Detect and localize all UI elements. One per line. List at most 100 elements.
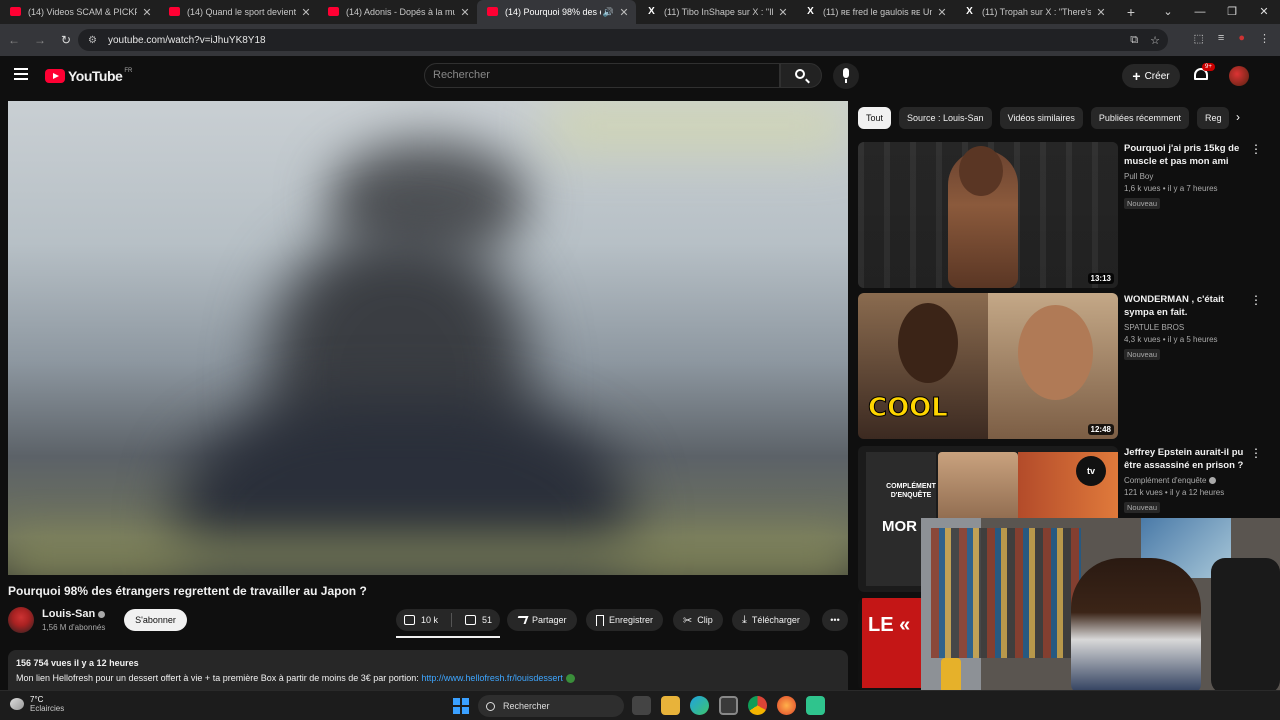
save-label: Enregistrer: [609, 615, 654, 625]
x-icon: X: [807, 6, 814, 17]
reload-icon[interactable]: ↻: [54, 33, 78, 47]
x-icon: X: [648, 6, 655, 17]
tab-search-icon[interactable]: ⌄: [1152, 0, 1184, 24]
close-icon[interactable]: ✕: [300, 6, 312, 19]
browser-tab[interactable]: (14) Videos SCAM & PICKPOCK ✕: [0, 0, 159, 24]
chip-similar[interactable]: Vidéos similaires: [999, 107, 1083, 129]
chip-recent[interactable]: Publiées récemment: [1090, 107, 1189, 129]
video-thumbnail[interactable]: COOL 12:48: [858, 293, 1118, 439]
task-view-icon[interactable]: [632, 696, 651, 715]
chrome-icon[interactable]: [748, 696, 767, 715]
close-icon[interactable]: ✕: [1095, 6, 1107, 19]
chip-source[interactable]: Source : Louis-San: [899, 107, 992, 129]
voice-search-button[interactable]: [833, 63, 859, 89]
thumbnail-brand-text: COMPLÉMENT D'ENQUÊTE: [886, 483, 936, 499]
bookmark-star-icon[interactable]: ☆: [1150, 34, 1160, 47]
browser-tab[interactable]: (14) Adonis - Dopés à la muscu ✕: [318, 0, 477, 24]
dislike-button[interactable]: 51: [457, 609, 500, 631]
minimize-button[interactable]: —: [1184, 0, 1216, 24]
subscriber-count: 1,56 M d'abonnés: [42, 623, 106, 632]
channel-name-text: Complément d'enquête: [1124, 476, 1207, 485]
maximize-button[interactable]: ❐: [1216, 0, 1248, 24]
channel-name[interactable]: Complément d'enquête: [1124, 476, 1246, 485]
speaker-icon[interactable]: 🔊: [603, 7, 614, 18]
search-icon: [486, 701, 495, 711]
chip-all[interactable]: Tout: [858, 107, 892, 129]
tab-label: (11) Tibo InShape sur X : "Il tra: [664, 7, 773, 17]
site-info-icon[interactable]: ⚙: [88, 35, 102, 46]
youtube-icon: [328, 7, 339, 16]
install-icon[interactable]: ⧉: [1130, 34, 1138, 47]
forward-icon[interactable]: →: [28, 33, 52, 47]
more-vertical-icon[interactable]: ⋮: [1250, 446, 1262, 460]
channel-name[interactable]: SPATULE BROS: [1124, 323, 1246, 332]
create-button[interactable]: + Créer: [1122, 64, 1180, 88]
browser-tab[interactable]: X (11) Tibo InShape sur X : "Il tra ✕: [636, 0, 795, 24]
weather-widget[interactable]: 7°C Eclaircies: [10, 695, 64, 713]
browser-tab[interactable]: (14) Quand le sport devient TO ✕: [159, 0, 318, 24]
video-player[interactable]: [8, 101, 848, 575]
store-icon[interactable]: [719, 696, 738, 715]
browser-menu-icon[interactable]: ⋮: [1259, 32, 1270, 45]
edge-icon[interactable]: [690, 696, 709, 715]
profile-icon[interactable]: ●: [1238, 32, 1245, 45]
close-icon[interactable]: ✕: [936, 6, 948, 19]
video-info: Pourquoi j'ai pris 15kg de muscle et pas…: [1124, 142, 1246, 211]
channel-name[interactable]: Louis-San: [42, 608, 106, 620]
save-button[interactable]: Enregistrer: [586, 609, 664, 631]
notifications-button[interactable]: 9+: [1192, 63, 1215, 84]
chip-more[interactable]: Reg: [1196, 107, 1230, 129]
close-window-button[interactable]: ✕: [1248, 0, 1280, 24]
search-icon: [795, 69, 805, 79]
address-bar[interactable]: ⚙ youtube.com/watch?v=iJhuYK8Y18 ⧉ ☆: [78, 29, 1168, 51]
file-explorer-icon[interactable]: [661, 696, 680, 715]
menu-icon[interactable]: [14, 68, 28, 80]
country-code: FR: [124, 68, 133, 74]
channel-avatar[interactable]: [8, 607, 34, 633]
like-button[interactable]: 10 k: [396, 609, 446, 631]
extensions-icon[interactable]: ⬚: [1194, 32, 1204, 45]
close-icon[interactable]: ✕: [618, 6, 630, 19]
search-input[interactable]: Rechercher: [424, 63, 780, 88]
account-avatar[interactable]: [1229, 66, 1249, 86]
media-control-icon[interactable]: ≡: [1218, 32, 1224, 45]
windows-start-icon[interactable]: [453, 698, 469, 714]
video-thumbnail[interactable]: 13:13: [858, 142, 1118, 288]
back-icon[interactable]: ←: [2, 33, 26, 47]
more-actions-button[interactable]: •••: [822, 609, 848, 631]
windows-taskbar: 7°C Eclaircies Rechercher: [0, 690, 1280, 720]
more-vertical-icon[interactable]: ⋮: [1250, 293, 1262, 307]
logo-text: YouTube: [68, 68, 123, 84]
search-button[interactable]: [780, 63, 822, 88]
app-icon[interactable]: [806, 696, 825, 715]
browser-tab[interactable]: X (11) ʀᴇ fred le gaulois ʀᴇ Union ✕: [795, 0, 954, 24]
video-info: Jeffrey Epstein aurait-il pu être assass…: [1124, 446, 1246, 515]
video-meta: 121 k vues • il y a 12 heures: [1124, 488, 1225, 497]
duration-badge: 13:13: [1087, 273, 1114, 284]
chevron-right-icon[interactable]: ›: [1236, 110, 1240, 124]
youtube-logo[interactable]: YouTube FR: [45, 68, 132, 84]
close-icon[interactable]: ✕: [459, 6, 471, 19]
description-box[interactable]: 156 754 vues il y a 12 heures Mon lien H…: [8, 650, 848, 690]
channel-name[interactable]: Pull Boy: [1124, 172, 1246, 181]
download-button[interactable]: ⤓ Télécharger: [732, 609, 810, 631]
browser-tab[interactable]: X (11) Tropah sur X : "There's thi ✕: [954, 0, 1113, 24]
video-title[interactable]: Pourquoi j'ai pris 15kg de muscle et pas…: [1124, 142, 1246, 168]
firefox-icon[interactable]: [777, 696, 796, 715]
browser-tab-active[interactable]: (14) Pourquoi 98% des étra🔊 ✕: [477, 0, 636, 24]
new-tab-button[interactable]: +: [1119, 4, 1143, 20]
weather-description: Eclaircies: [30, 704, 65, 713]
verified-icon: [98, 610, 106, 618]
subscribe-button[interactable]: S'abonner: [124, 609, 187, 631]
video-meta: 1,6 k vues • il y a 7 heures: [1124, 184, 1218, 193]
clip-button[interactable]: ✂ Clip: [673, 609, 723, 631]
close-icon[interactable]: ✕: [141, 6, 153, 19]
youtube-icon: [10, 7, 21, 16]
video-title[interactable]: Jeffrey Epstein aurait-il pu être assass…: [1124, 446, 1246, 472]
description-link[interactable]: http://www.hellofresh.fr/louisdessert: [421, 673, 563, 683]
video-title[interactable]: WONDERMAN , c'était sympa en fait.: [1124, 293, 1246, 319]
more-vertical-icon[interactable]: ⋮: [1250, 142, 1262, 156]
taskbar-search[interactable]: Rechercher: [478, 695, 624, 717]
share-button[interactable]: Partager: [507, 609, 577, 631]
close-icon[interactable]: ✕: [777, 6, 789, 19]
